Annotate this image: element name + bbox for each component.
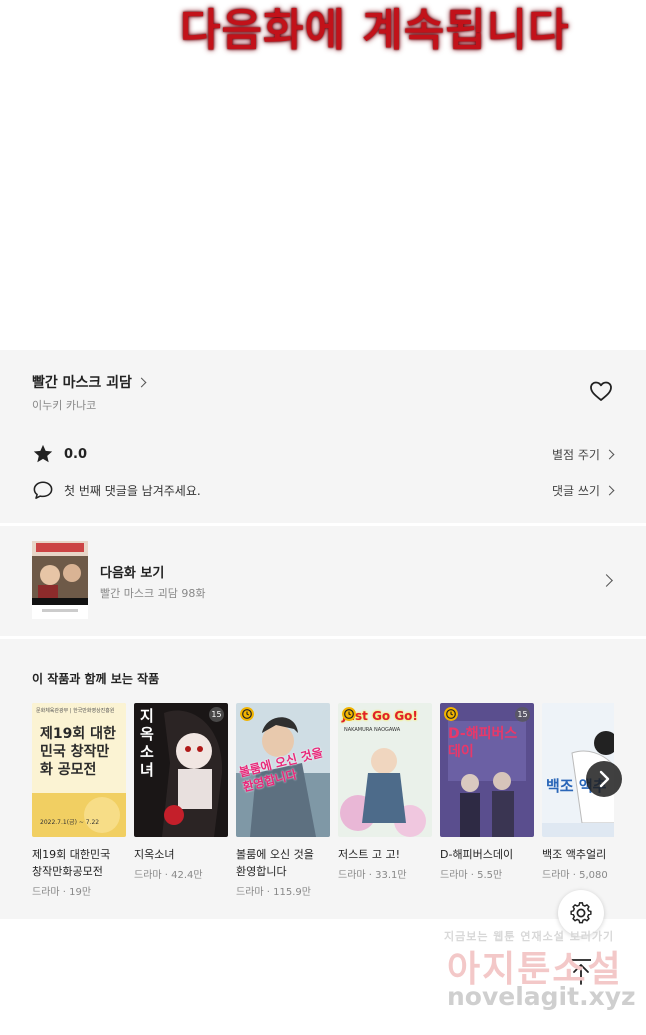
recommendation-card[interactable]: 문화체육관광부 | 한국만화영상진흥원 제19회 대한민국 창작만화 공모전 2… <box>32 703 126 898</box>
recommendation-title: 지옥소녀 <box>134 846 228 863</box>
cover-date-text: 2022.7.1(금) ~ 7.22 <box>40 819 100 826</box>
write-comment-button[interactable]: 댓글 쓰기 <box>552 482 615 499</box>
recommendation-meta: 드라마 · 5,080 <box>542 870 608 881</box>
star-icon <box>33 444 53 463</box>
comment-icon <box>33 481 53 499</box>
watermark-url: novelagit.xyz <box>447 982 636 1011</box>
chevron-right-icon <box>604 485 615 496</box>
clock-icon <box>240 707 254 721</box>
write-comment-label: 댓글 쓰기 <box>552 484 600 498</box>
title-line-1: 볼룸에 오신 것을 <box>236 848 314 861</box>
cover-title-text: 제19회 대한민국 창작만화 공모전 <box>40 726 116 778</box>
next-episode-thumbnail[interactable] <box>32 541 88 619</box>
cover-title-text: D-해피버스데이 <box>448 726 518 760</box>
recommendation-card[interactable]: D-해피버스데이 15 D-해피버스데이 드라마 · 5.5만 <box>440 703 534 881</box>
recommendation-card[interactable]: Just Go Go! NAKAMURA NAOGAWA 저스트 고 고! 드라… <box>338 703 432 881</box>
recommendation-card[interactable]: 지옥소녀 15 지옥소녀 드라마 · 42.4만 <box>134 703 228 881</box>
recommendation-meta: 드라마 · 5.5만 <box>440 870 503 881</box>
heart-icon[interactable] <box>589 380 613 402</box>
recommendation-title: 볼룸에 오신 것을 환영합니다 <box>236 846 330 880</box>
rate-button-label: 별점 주기 <box>552 448 600 462</box>
rating-display: 0.0 <box>32 443 87 465</box>
thumbnail-image <box>32 541 88 619</box>
age-rating-badge: 15 <box>515 707 530 722</box>
age-rating-badge: 15 <box>209 707 224 722</box>
title-line-1: 저스트 고 고! <box>338 848 401 861</box>
chevron-right-icon <box>604 449 615 460</box>
comment-prompt-text: 첫 번째 댓글을 남겨주세요. <box>64 483 201 498</box>
recommendation-title: 제19회 대한민국 창작만화공모전 <box>32 846 126 880</box>
cover-org-text: 문화체육관광부 | 한국만화영상진흥원 <box>36 708 115 714</box>
cover-image: Just Go Go! NAKAMURA NAOGAWA <box>338 703 432 837</box>
carousel-next-button[interactable] <box>586 761 622 797</box>
title-line-1: 제19회 대한민국 <box>32 848 111 861</box>
cover-author-text: NAKAMURA NAOGAWA <box>344 727 401 733</box>
recommendation-card[interactable]: 볼룸에 오신 것을 환영합니다 볼룸에 오신 것을 환영합니다 드라마 · 11… <box>236 703 330 898</box>
chevron-right-icon <box>599 770 610 788</box>
work-title-link[interactable]: 빨간 마스크 괴담 <box>32 372 147 392</box>
next-episode-label: 다음화 보기 <box>100 566 165 581</box>
comment-prompt[interactable]: 첫 번째 댓글을 남겨주세요. <box>32 480 201 500</box>
title-line-1: D-해피버스데이 <box>440 848 514 861</box>
recommendation-title: 백조 액추얼리 <box>542 846 614 863</box>
cover-image: 볼룸에 오신 것을 환영합니다 <box>236 703 330 837</box>
title-line-2: 창작만화공모전 <box>32 865 103 878</box>
cover-title-text: 지옥소녀 <box>140 707 154 779</box>
rating-value: 0.0 <box>64 446 88 462</box>
clock-icon <box>444 707 458 721</box>
next-episode-panel[interactable] <box>0 526 646 636</box>
chevron-right-icon <box>136 377 147 387</box>
next-episode-subtitle: 빨간 마스크 괴담 98화 <box>100 587 206 600</box>
work-title: 빨간 마스크 괴담 <box>32 375 132 391</box>
recommendations-carousel: 문화체육관광부 | 한국만화영상진흥원 제19회 대한민국 창작만화 공모전 2… <box>32 703 614 908</box>
recommendation-meta: 드라마 · 19만 <box>32 887 92 898</box>
cover-image: 지옥소녀 15 <box>134 703 228 837</box>
recommendations-heading: 이 작품과 함께 보는 작품 <box>32 672 160 686</box>
recommendation-meta: 드라마 · 115.9만 <box>236 887 311 898</box>
title-line-1: 백조 액추얼리 <box>542 848 607 861</box>
episode-end-panel: 다음화에 계속됩니다 <box>0 0 646 350</box>
title-line-2: 환영합니다 <box>236 865 287 878</box>
recommendation-title: D-해피버스데이 <box>440 846 534 863</box>
work-author: 이누키 카나코 <box>32 399 97 412</box>
recommendation-meta: 드라마 · 33.1만 <box>338 870 407 881</box>
recommendation-title: 저스트 고 고! <box>338 846 432 863</box>
title-line-1: 지옥소녀 <box>134 848 175 861</box>
continue-next-text: 다음화에 계속됩니다 <box>180 5 570 56</box>
cover-art <box>338 703 432 837</box>
rate-button[interactable]: 별점 주기 <box>552 446 615 463</box>
recommendation-meta: 드라마 · 42.4만 <box>134 870 203 881</box>
clock-icon <box>342 707 356 721</box>
cover-art <box>440 703 534 837</box>
cover-image: 문화체육관광부 | 한국만화영상진흥원 제19회 대한민국 창작만화 공모전 2… <box>32 703 126 837</box>
cover-image: D-해피버스데이 15 <box>440 703 534 837</box>
